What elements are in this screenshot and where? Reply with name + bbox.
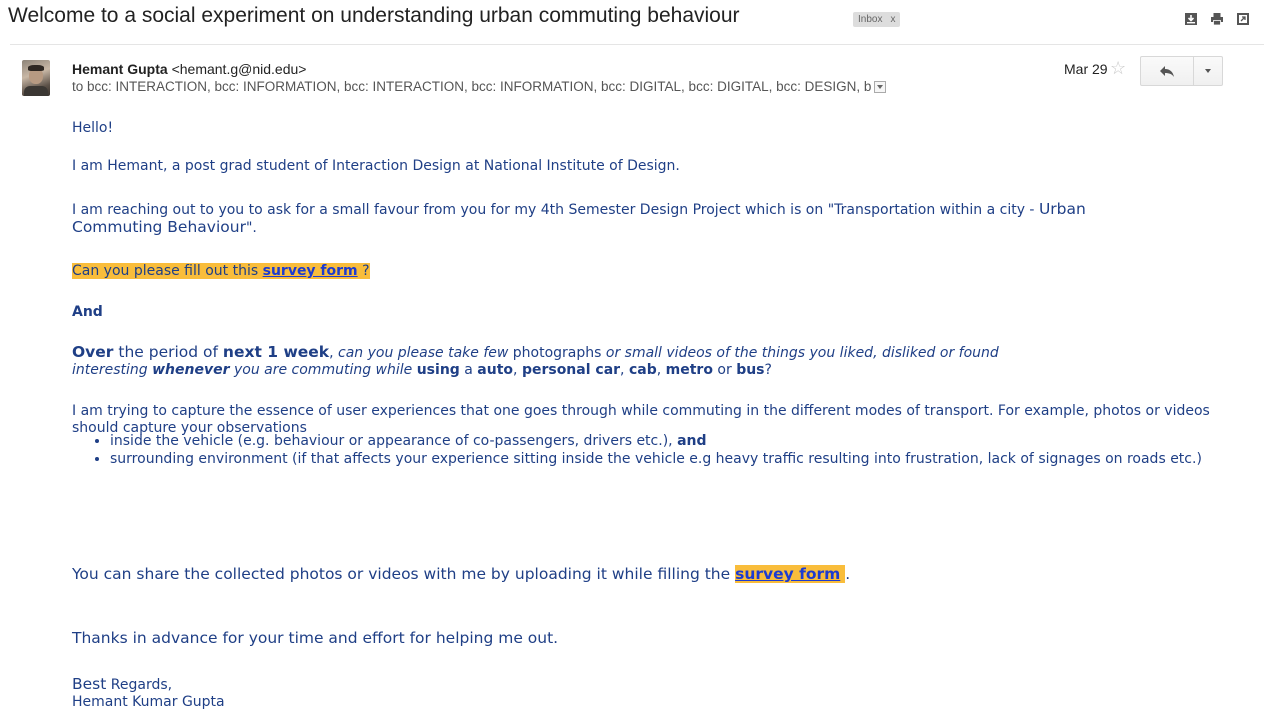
text-whenever: whenever: [152, 362, 230, 378]
text-you-are: you are commuting while: [229, 362, 417, 378]
message-date: Mar 29: [1064, 61, 1108, 77]
text-using: using: [416, 362, 460, 378]
inbox-label-text: Inbox: [858, 14, 883, 25]
text-can-you: can you please take few: [338, 345, 513, 361]
sign-off-best: Best: [72, 675, 107, 693]
text-or-small: or small videos of the things you liked,…: [601, 345, 999, 361]
sender-line: Hemant Gupta <hemant.g@nid.edu>: [72, 61, 306, 77]
remove-label-button[interactable]: x: [890, 14, 895, 25]
text-comma-3: ,: [656, 362, 666, 378]
bullet-inside-vehicle: inside the vehicle (e.g. behaviour or ap…: [110, 433, 678, 449]
email-subject: Welcome to a social experiment on unders…: [8, 4, 740, 27]
new-window-icon[interactable]: [1236, 12, 1250, 26]
text-bus: bus: [736, 362, 765, 378]
survey-form-link-2[interactable]: survey form: [735, 565, 840, 583]
list-item: inside the vehicle (e.g. behaviour or ap…: [110, 433, 1230, 450]
inbox-label[interactable]: Inbox x: [853, 12, 901, 27]
capture-paragraph: I am trying to capture the essence of us…: [72, 403, 1210, 436]
instructions-paragraph: Over the period of next 1 week, can you …: [72, 344, 1122, 379]
greeting: Hello!: [72, 120, 114, 136]
header-divider: [10, 44, 1264, 45]
text-auto: auto: [477, 362, 514, 378]
more-options-button[interactable]: [1194, 56, 1223, 86]
share-text: You can share the collected photos or vi…: [72, 565, 736, 583]
recipients-line: to bcc: INTERACTION, bcc: INFORMATION, b…: [72, 79, 887, 94]
sender-email: <hemant.g@nid.edu>: [171, 61, 307, 77]
request-text: I am reaching out to you to ask for a sm…: [72, 202, 1039, 218]
download-icon[interactable]: [1184, 12, 1198, 26]
text-personal-car: personal car: [521, 362, 621, 378]
text-metro: metro: [665, 362, 713, 378]
and-line: And: [72, 304, 103, 320]
intro-paragraph: I am Hemant, a post grad student of Inte…: [72, 158, 680, 174]
request-paragraph: I am reaching out to you to ask for a sm…: [72, 201, 1222, 237]
reply-controls: [1140, 56, 1223, 86]
survey-paragraph: Can you please fill out this survey form…: [72, 263, 370, 280]
text-or: or: [712, 362, 737, 378]
sender-name[interactable]: Hemant Gupta: [72, 61, 168, 77]
chevron-down-icon: [1205, 69, 1211, 73]
print-icon[interactable]: [1210, 12, 1224, 26]
survey-form-link[interactable]: survey form: [263, 263, 358, 279]
text-comma: ,: [329, 345, 338, 361]
text-comma-1: ,: [513, 362, 522, 378]
text-question-mark: ?: [764, 362, 772, 378]
show-details-toggle[interactable]: [874, 81, 887, 94]
observation-list: inside the vehicle (e.g. behaviour or ap…: [72, 433, 1230, 469]
survey-end: ?: [357, 263, 370, 279]
request-end: ".: [245, 220, 257, 236]
list-item: surrounding environment (if that affects…: [110, 451, 1230, 468]
signature: Hemant Kumar Gupta: [72, 694, 225, 710]
text-the-period: the period of: [113, 343, 223, 361]
text-interesting: interesting: [72, 362, 153, 378]
thanks-paragraph: Thanks in advance for your time and effo…: [72, 629, 559, 647]
bullet-surrounding-environment: surrounding environment (if that affects…: [110, 451, 1202, 467]
sign-off: Best Regards, Hemant Kumar Gupta: [72, 676, 225, 711]
top-toolbar: [1184, 12, 1250, 26]
request-commuting: Commuting Behaviour: [72, 218, 246, 236]
share-end: .: [845, 565, 851, 583]
reply-button[interactable]: [1140, 56, 1194, 86]
star-icon[interactable]: ☆: [1110, 58, 1126, 79]
bullet-and: and: [677, 433, 707, 449]
text-comma-2: ,: [620, 362, 629, 378]
share-paragraph: You can share the collected photos or vi…: [72, 565, 851, 583]
survey-prompt: Can you please fill out this: [72, 263, 263, 279]
text-next-week: next 1 week: [222, 343, 330, 361]
sign-off-regards: Regards,: [106, 677, 173, 693]
text-over: Over: [72, 343, 114, 361]
text-a: a: [459, 362, 478, 378]
request-urban: Urban: [1038, 200, 1086, 218]
reply-icon: [1160, 66, 1174, 77]
text-cab: cab: [628, 362, 657, 378]
text-photographs: photographs: [512, 345, 602, 361]
subject-bar: Welcome to a social experiment on unders…: [8, 4, 1274, 36]
recipients-text: to bcc: INTERACTION, bcc: INFORMATION, b…: [72, 79, 872, 94]
avatar[interactable]: [22, 60, 50, 96]
